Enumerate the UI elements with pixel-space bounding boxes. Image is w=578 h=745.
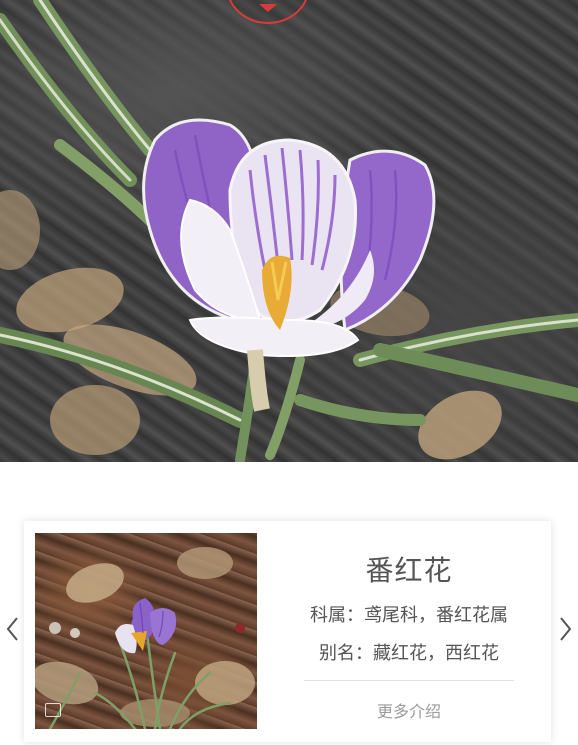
hero-overlay — [0, 0, 578, 462]
prev-button[interactable] — [3, 614, 23, 644]
chevron-left-icon — [6, 617, 18, 641]
chevron-right-icon — [560, 617, 572, 641]
next-button[interactable] — [555, 614, 575, 644]
plant-thumbnail[interactable] — [35, 533, 257, 729]
image-frame-icon — [45, 703, 61, 717]
more-info-link[interactable]: 更多介绍 — [282, 698, 536, 722]
plant-name: 番红花 — [365, 554, 453, 587]
hero-image — [0, 0, 578, 462]
plant-family: 科属：鸢尾科，番红花属 — [310, 605, 508, 626]
plant-alias: 别名：藏红花，西红花 — [319, 643, 499, 664]
crocus-thumbnail-illustration — [35, 547, 255, 729]
plant-info: 番红花 科属：鸢尾科，番红花属 别名：藏红花，西红花 更多介绍 — [282, 521, 536, 742]
chevron-down-icon — [259, 4, 277, 12]
plant-card[interactable]: 番红花 科属：鸢尾科，番红花属 别名：藏红花，西红花 更多介绍 — [24, 521, 551, 742]
divider — [304, 680, 514, 681]
